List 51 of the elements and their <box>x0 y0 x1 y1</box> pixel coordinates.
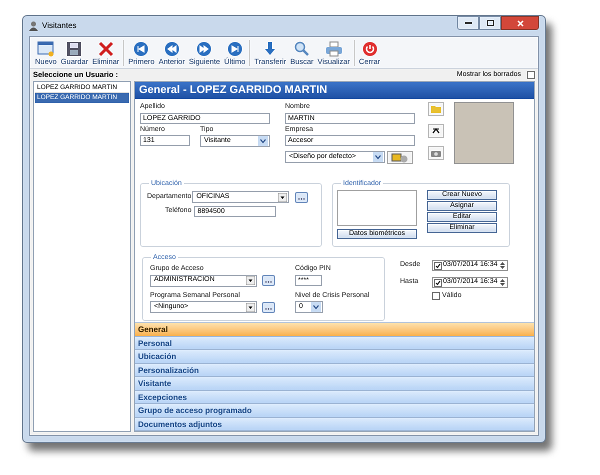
checkbox[interactable] <box>434 262 442 270</box>
dropdown-arrow-icon <box>246 302 255 312</box>
checkbox[interactable] <box>434 278 442 286</box>
maximize-button[interactable] <box>479 16 501 30</box>
section-header[interactable]: Visitante <box>135 377 534 390</box>
browse-button[interactable] <box>262 275 275 286</box>
power-icon <box>360 41 379 57</box>
chevron-down-icon <box>258 136 268 146</box>
printer-icon <box>324 41 343 57</box>
panel-header: General - LOPEZ GARRIDO MARTIN <box>135 82 534 99</box>
first-icon <box>132 41 150 57</box>
dropdown-arrow-icon <box>246 276 255 285</box>
caret-up-icon <box>432 128 440 134</box>
section-header[interactable]: General <box>135 323 534 336</box>
section-header[interactable]: Excepciones <box>135 390 534 404</box>
last-icon <box>226 41 244 57</box>
camera-icon <box>431 150 441 156</box>
person-icon <box>29 21 38 31</box>
checkbox[interactable] <box>527 71 535 79</box>
minimize-button[interactable] <box>457 16 479 30</box>
search-icon <box>292 41 311 57</box>
dropdown-arrow-icon <box>278 192 288 202</box>
close-icon <box>96 41 115 57</box>
chevron-down-icon <box>373 152 383 162</box>
chevron-down-icon <box>311 302 321 312</box>
minimize-icon <box>464 22 472 24</box>
save-icon <box>65 41 84 57</box>
section-header[interactable]: Personal <box>135 336 534 350</box>
checkmark-icon <box>435 262 441 268</box>
new-window-icon <box>36 41 55 57</box>
photo-button[interactable] <box>428 124 444 138</box>
checkmark-icon <box>435 280 441 286</box>
card-icon <box>391 152 409 162</box>
section-header[interactable]: Documentos adjuntos <box>135 418 534 431</box>
photo-placeholder <box>454 102 514 164</box>
browse-button[interactable] <box>295 192 308 202</box>
design-button[interactable] <box>387 151 413 164</box>
section-header[interactable]: Ubicación <box>135 350 534 364</box>
window-title: Visitantes <box>42 20 78 32</box>
checkbox[interactable] <box>432 292 440 300</box>
folder-icon <box>431 105 441 113</box>
close-button[interactable] <box>501 16 539 30</box>
close-icon <box>516 20 524 26</box>
maximize-icon <box>486 20 494 26</box>
section-header[interactable]: Personalización <box>135 364 534 377</box>
next-icon <box>195 41 214 57</box>
previous-icon <box>162 41 181 57</box>
browse-button[interactable] <box>262 302 275 312</box>
section-header[interactable]: Grupo de acceso programado <box>135 404 534 418</box>
spinner-icon <box>498 278 506 287</box>
spinner-icon <box>498 261 506 270</box>
